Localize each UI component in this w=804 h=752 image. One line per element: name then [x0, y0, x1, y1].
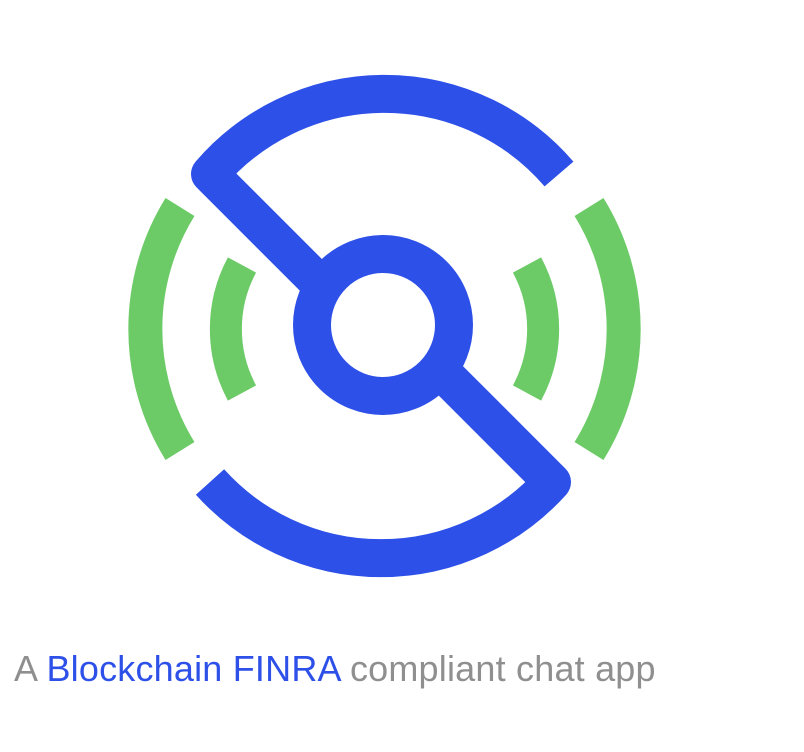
right-outer-wave — [574, 198, 641, 460]
left-outer-wave — [128, 198, 195, 460]
s-ring-icon — [191, 74, 574, 578]
signal-chat-logo-icon — [128, 74, 641, 578]
tagline-suffix: compliant chat app — [339, 648, 656, 689]
tagline-prefix: A — [14, 648, 47, 689]
signal-waves-inner-icon — [209, 257, 560, 401]
left-inner-wave — [209, 257, 257, 401]
tagline: A Blockchain FINRA compliant chat app — [0, 648, 804, 690]
splash-screen: A Blockchain FINRA compliant chat app — [0, 0, 804, 752]
right-inner-wave — [512, 257, 560, 401]
center-ring — [293, 235, 473, 415]
tagline-highlight: Blockchain FINRA — [46, 648, 340, 689]
